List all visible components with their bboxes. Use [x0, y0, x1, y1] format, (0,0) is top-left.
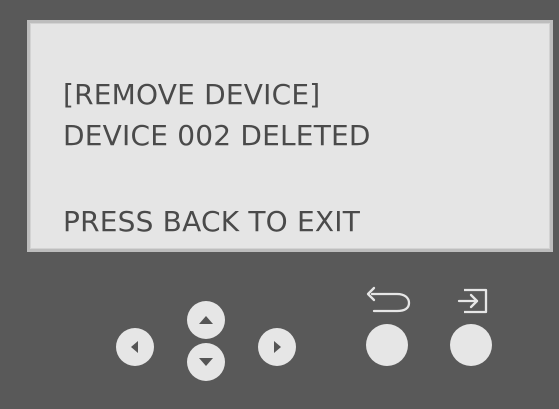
exit-instruction: PRESS BACK TO EXIT	[63, 205, 361, 238]
up-arrow-icon	[199, 316, 213, 324]
screen-title: [REMOVE DEVICE]	[63, 78, 321, 111]
right-button[interactable]	[258, 328, 296, 366]
right-arrow-icon	[274, 341, 281, 353]
enter-button[interactable]	[450, 324, 492, 366]
back-button[interactable]	[366, 324, 408, 366]
left-arrow-icon	[131, 341, 138, 353]
down-button[interactable]	[187, 343, 225, 381]
status-message: DEVICE 002 DELETED	[63, 119, 371, 152]
up-button[interactable]	[187, 301, 225, 339]
display-screen: [REMOVE DEVICE] DEVICE 002 DELETED PRESS…	[27, 20, 553, 252]
left-button[interactable]	[116, 328, 154, 366]
down-arrow-icon	[199, 358, 213, 366]
back-arrow-icon	[366, 286, 411, 313]
enter-icon	[457, 288, 488, 314]
device-panel: [REMOVE DEVICE] DEVICE 002 DELETED PRESS…	[0, 0, 559, 409]
